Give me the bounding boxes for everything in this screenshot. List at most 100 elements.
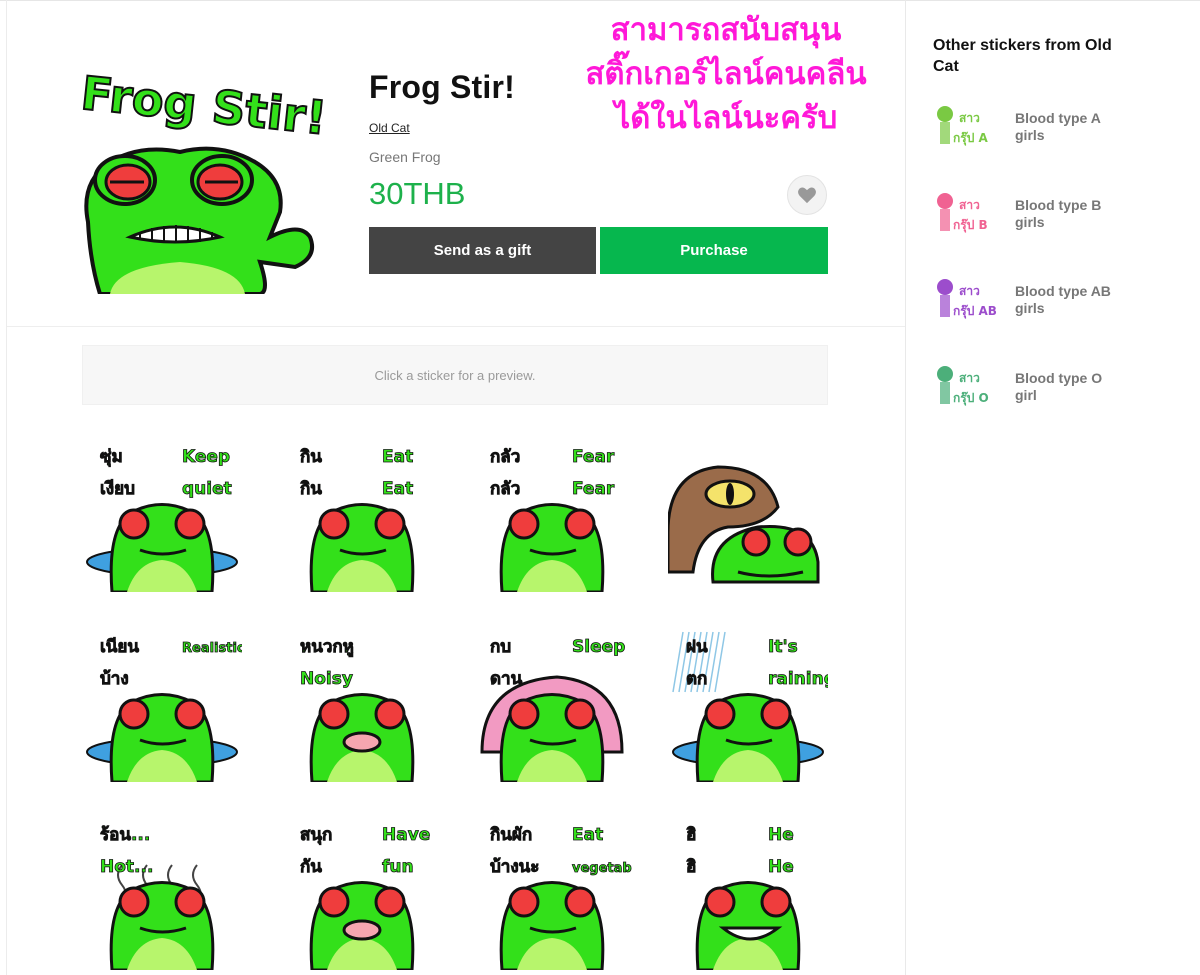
sticker-caption: ดาน bbox=[490, 669, 523, 689]
related-sticker-name: Blood type B girls bbox=[1015, 197, 1102, 230]
related-sticker-thumbnail: สาวกรุ๊ป AB bbox=[937, 279, 997, 319]
sticker-image: กินกินEatEat bbox=[300, 447, 415, 592]
related-sticker-thumbnail: สาวกรุ๊ป O bbox=[937, 366, 989, 406]
svg-text:กรุ๊ป A: กรุ๊ป A bbox=[953, 131, 989, 146]
sticker-item[interactable]: เนียนบ้าง Realistically bbox=[82, 622, 242, 782]
sticker-caption: He bbox=[768, 857, 794, 877]
sidebar: Other stickers from Old Cat สาว กรุ๊ป A Bl… bbox=[906, 0, 1200, 975]
sticker-image: ฝนตก It's raining bbox=[672, 631, 828, 782]
sticker-caption: กินผัก bbox=[490, 825, 532, 845]
sticker-item[interactable]: กิน กิน Eat Eat bbox=[282, 432, 442, 592]
sticker-subtitle: Green Frog bbox=[369, 149, 441, 165]
related-sticker-name: Blood type AB girls bbox=[1015, 283, 1111, 316]
sticker-caption: Hot... bbox=[100, 857, 153, 877]
sticker-caption: ฝน bbox=[686, 637, 708, 657]
sticker-caption: Keep bbox=[182, 447, 230, 467]
sticker-item[interactable]: ฝนตก It's raining bbox=[668, 622, 828, 782]
related-sticker-item[interactable]: สาวกรุ๊ป B Blood type B girls bbox=[933, 189, 1193, 239]
promo-line: สติ๊กเกอร์ไลน์คนคลีน bbox=[585, 56, 867, 92]
sticker-image: ซุ่มเงียบ Keep quiet bbox=[86, 447, 238, 592]
sticker-caption: Have bbox=[382, 825, 430, 845]
sticker-image: กินผักบ้างนะ Eat vegetables bbox=[490, 825, 632, 970]
sticker-caption: It's bbox=[768, 637, 798, 657]
sticker-image: ฮิฮิHeHe bbox=[686, 825, 801, 970]
heart-icon bbox=[798, 187, 816, 204]
sticker-item[interactable]: กบดาน Sleep bbox=[472, 622, 632, 782]
divider bbox=[7, 326, 905, 327]
sticker-caption: กลัว bbox=[490, 479, 520, 499]
send-as-gift-button[interactable]: Send as a gift bbox=[369, 227, 596, 274]
sticker-item[interactable]: ร้อน... Hot... bbox=[82, 810, 242, 970]
sticker-caption: บ้างนะ bbox=[490, 857, 539, 877]
related-sticker-name: Blood type A girls bbox=[1015, 110, 1101, 143]
sticker-title: Frog Stir! bbox=[369, 69, 515, 105]
sticker-caption: Eat bbox=[382, 447, 413, 467]
promo-overlay: สามารถสนับสนุน สติ๊กเกอร์ไลน์คนคลีน ได้ใ… bbox=[556, 8, 896, 140]
purchase-button[interactable]: Purchase bbox=[600, 227, 828, 274]
sticker-caption: fun bbox=[382, 857, 414, 877]
product-main: Frog Stir! Frog Stir! Old Cat Green Frog… bbox=[0, 0, 906, 975]
svg-text:สาว: สาว bbox=[959, 198, 980, 212]
svg-text:กรุ๊ป AB: กรุ๊ป AB bbox=[953, 304, 997, 319]
preview-area: Click a sticker for a preview. bbox=[82, 345, 828, 405]
sticker-image: เนียนบ้าง Realistically bbox=[86, 636, 242, 782]
sticker-caption: กิน bbox=[300, 447, 322, 467]
sticker-item[interactable]: ฮิ ฮิ He He bbox=[668, 810, 828, 970]
sticker-item[interactable]: สนุกกัน Have fun bbox=[282, 810, 442, 970]
preview-hint: Click a sticker for a preview. bbox=[374, 367, 536, 383]
sticker-caption: บ้าง bbox=[100, 669, 129, 689]
related-sticker-item[interactable]: สาวกรุ๊ป O Blood type O girl bbox=[933, 362, 1193, 412]
sticker-caption: กบ bbox=[490, 637, 511, 657]
sticker-caption: vegetables bbox=[572, 861, 632, 876]
sidebar-title: Other stickers from Old Cat bbox=[933, 37, 1112, 75]
related-sticker-name: Blood type O girl bbox=[1015, 370, 1103, 403]
sticker-caption: ซุ่ม bbox=[100, 447, 123, 467]
sticker-caption: He bbox=[768, 825, 794, 845]
sticker-item[interactable]: ซุ่มเงียบ Keep quiet bbox=[82, 432, 242, 592]
related-sticker-thumbnail: สาวกรุ๊ป A bbox=[937, 106, 989, 146]
main-sticker-text: Frog Stir! bbox=[79, 66, 325, 145]
sticker-caption: Realistically bbox=[182, 641, 242, 656]
sticker-caption: Eat bbox=[572, 825, 603, 845]
sticker-caption: Fear bbox=[572, 447, 615, 467]
svg-text:สาว: สาว bbox=[959, 111, 980, 125]
svg-text:กรุ๊ป B: กรุ๊ป B bbox=[953, 218, 988, 233]
sticker-caption: หนวกหู bbox=[300, 637, 354, 658]
related-sticker-item[interactable]: สาวกรุ๊ป A Blood type A girls bbox=[933, 102, 1193, 152]
sticker-caption: เนียน bbox=[100, 636, 139, 657]
sticker-caption: ตก bbox=[686, 669, 707, 689]
sticker-caption: raining bbox=[768, 669, 828, 689]
sticker-caption: quiet bbox=[182, 479, 232, 499]
sticker-image bbox=[668, 465, 820, 584]
sticker-caption: กัน bbox=[300, 857, 322, 877]
sticker-image: หนวกหู Noisy bbox=[300, 637, 415, 782]
sticker-image: สนุกกัน Have fun bbox=[300, 825, 431, 970]
svg-text:สาว: สาว bbox=[959, 284, 980, 298]
sticker-caption: Sleep bbox=[572, 637, 625, 657]
sticker-caption: กิน bbox=[300, 479, 322, 499]
sticker-caption: กลัว bbox=[490, 447, 520, 467]
sticker-caption: ฮิ bbox=[686, 825, 696, 845]
favorite-button[interactable] bbox=[787, 175, 827, 215]
promo-line: สามารถสนับสนุน bbox=[610, 12, 842, 48]
main-sticker-image: Frog Stir! bbox=[78, 65, 325, 294]
svg-text:สาว: สาว bbox=[959, 371, 980, 385]
sticker-item[interactable]: หนวกหู Noisy bbox=[282, 622, 442, 782]
promo-line: ได้ในไลน์นะครับ bbox=[614, 100, 838, 136]
sticker-image: ร้อน... Hot... bbox=[100, 825, 215, 970]
sticker-item[interactable] bbox=[668, 432, 828, 592]
related-sticker-item[interactable]: สาวกรุ๊ป AB Blood type AB girls bbox=[933, 275, 1193, 325]
sticker-caption: ร้อน... bbox=[100, 825, 150, 845]
sticker-caption: Eat bbox=[382, 479, 413, 499]
sticker-caption: เงียบ bbox=[100, 478, 135, 499]
author-link[interactable]: Old Cat bbox=[369, 121, 410, 135]
sticker-caption: Fear bbox=[572, 479, 615, 499]
price: 30THB bbox=[369, 176, 466, 211]
sticker-image: กลัวกลัวFearFear bbox=[490, 447, 615, 592]
sticker-caption: ฮิ bbox=[686, 857, 696, 877]
sticker-item[interactable]: กลัว กลัว Fear Fear bbox=[472, 432, 632, 592]
svg-text:กรุ๊ป O: กรุ๊ป O bbox=[953, 391, 989, 406]
related-sticker-thumbnail: สาวกรุ๊ป B bbox=[937, 193, 988, 233]
sticker-caption: สนุก bbox=[300, 825, 332, 845]
sticker-item[interactable]: กินผักบ้างนะ Eat vegetables bbox=[472, 810, 632, 970]
